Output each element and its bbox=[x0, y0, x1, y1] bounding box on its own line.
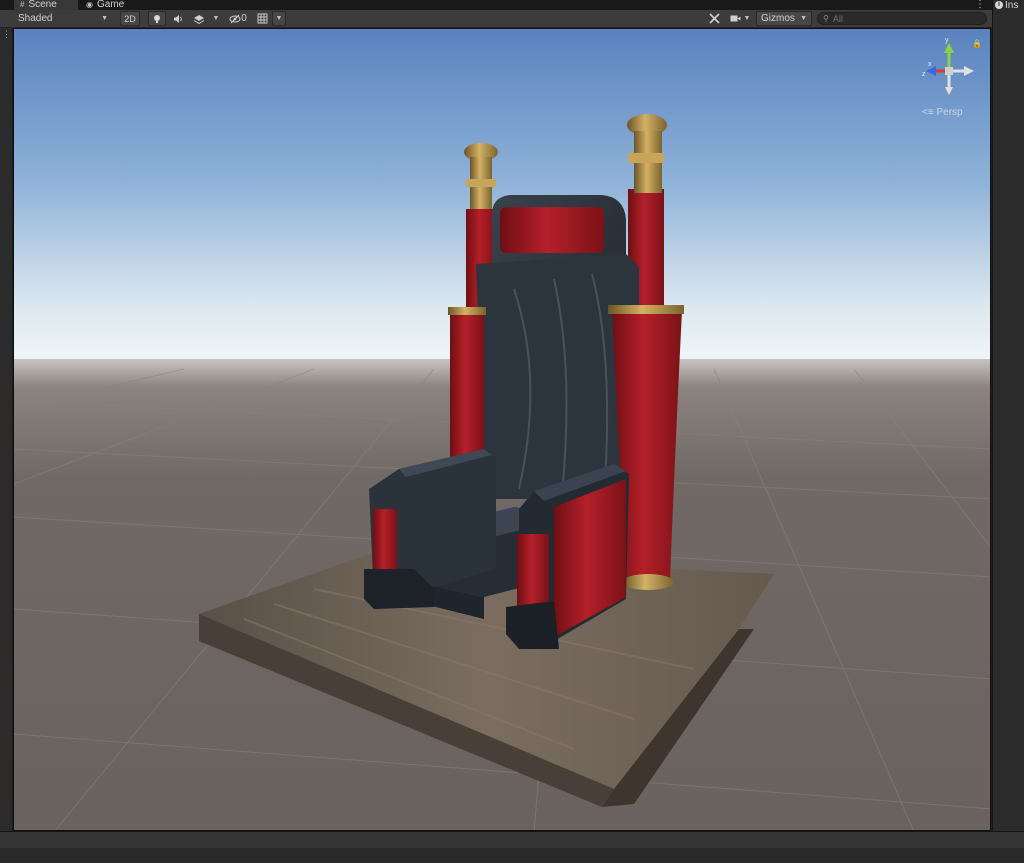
layers-icon bbox=[193, 14, 205, 24]
tab-inspector-label: Ins bbox=[1005, 0, 1019, 11]
speaker-icon bbox=[173, 14, 182, 23]
lighting-toggle-button[interactable] bbox=[148, 11, 166, 26]
scene-toolbar: Shaded ▼ 2D ▼ 0 ▼ ▼ Gizmos ▼ ⚲ All bbox=[0, 10, 992, 28]
gizmo-axis-x: x bbox=[928, 61, 932, 68]
chevron-down-icon: ▼ bbox=[743, 15, 751, 22]
inspector-panel: i Ins bbox=[992, 0, 1024, 831]
shading-mode-label: Shaded bbox=[18, 13, 53, 24]
grid-icon: # bbox=[20, 0, 25, 9]
scene-render bbox=[14, 29, 990, 830]
panel-menu-icon[interactable]: ⋮ bbox=[2, 30, 11, 39]
search-input[interactable] bbox=[828, 13, 986, 24]
bottom-panel bbox=[0, 831, 1024, 863]
projection-label: Persp bbox=[936, 107, 963, 118]
gizmo-axis-z: z bbox=[922, 71, 926, 78]
chevron-down-icon: ▼ bbox=[212, 15, 220, 22]
crossed-tools-icon bbox=[708, 13, 720, 24]
tab-bar: # Scene ◉ Game ⋮ bbox=[0, 0, 992, 10]
shading-mode-dropdown[interactable]: Shaded ▼ bbox=[12, 11, 114, 26]
tab-scene-label: Scene bbox=[28, 0, 57, 10]
toggle-2d-button[interactable]: 2D bbox=[120, 11, 140, 26]
chevron-down-icon: ▼ bbox=[101, 15, 108, 22]
tab-game[interactable]: ◉ Game bbox=[80, 0, 140, 10]
projection-toggle[interactable]: <≡ Persp bbox=[922, 107, 963, 118]
gamepad-icon: ◉ bbox=[86, 0, 93, 9]
gizmos-dropdown[interactable]: Gizmos ▼ bbox=[756, 11, 812, 26]
search-field[interactable]: ⚲ bbox=[817, 12, 987, 25]
gizmos-label: Gizmos bbox=[761, 13, 795, 24]
hidden-eye-icon bbox=[229, 14, 241, 23]
audio-toggle-button[interactable] bbox=[169, 11, 187, 26]
lightbulb-icon bbox=[154, 14, 160, 23]
more-options-icon[interactable]: ⋮ bbox=[975, 0, 985, 10]
camera-icon bbox=[730, 15, 741, 22]
lock-icon[interactable]: 🔒 bbox=[972, 39, 982, 48]
scene-visibility-toggle[interactable]: 0 bbox=[226, 11, 250, 26]
tools-button[interactable] bbox=[705, 11, 723, 26]
bottom-panel-strip bbox=[0, 848, 1024, 863]
camera-settings-button[interactable]: ▼ bbox=[727, 11, 753, 26]
tab-inspector[interactable]: i Ins bbox=[995, 0, 1019, 11]
effects-dropdown[interactable]: ▼ bbox=[210, 11, 222, 26]
effects-toggle-button[interactable] bbox=[189, 11, 209, 26]
tab-game-label: Game bbox=[96, 0, 125, 10]
hidden-count: 0 bbox=[241, 13, 247, 24]
hierarchy-panel-edge: ⋮ bbox=[0, 28, 13, 831]
chevron-down-icon: ▼ bbox=[800, 15, 807, 22]
grid-icon bbox=[257, 13, 267, 24]
grid-dropdown[interactable]: ▼ bbox=[272, 11, 286, 26]
scene-viewport[interactable]: y x z 🔒 <≡ Persp bbox=[13, 28, 991, 831]
persp-arrow-icon: <≡ bbox=[922, 107, 934, 118]
chevron-down-icon: ▼ bbox=[275, 15, 283, 22]
info-icon: i bbox=[995, 1, 1003, 9]
grid-toggle-button[interactable] bbox=[253, 11, 271, 26]
tab-scene[interactable]: # Scene bbox=[14, 0, 78, 10]
gizmo-axis-y: y bbox=[945, 37, 949, 44]
